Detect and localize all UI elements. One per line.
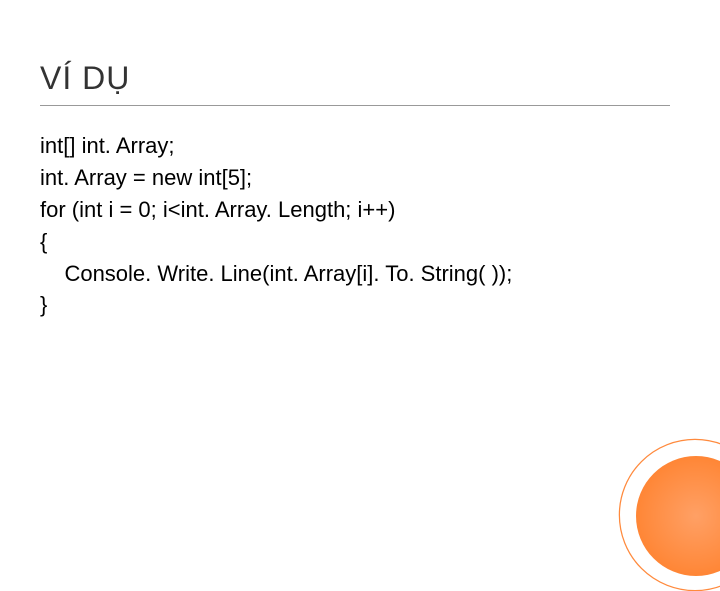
code-line: { (40, 226, 680, 258)
code-line: } (40, 289, 680, 321)
code-line: int. Array = new int[5]; (40, 162, 680, 194)
slide-title: VÍ DỤ (40, 60, 680, 97)
code-block: int[] int. Array; int. Array = new int[5… (40, 130, 680, 321)
code-line: int[] int. Array; (40, 130, 680, 162)
slide-container: VÍ DỤ int[] int. Array; int. Array = new… (0, 0, 720, 540)
code-line: Console. Write. Line(int. Array[i]. To. … (40, 258, 680, 290)
title-underline (40, 105, 670, 106)
code-line: for (int i = 0; i<int. Array. Length; i+… (40, 194, 680, 226)
